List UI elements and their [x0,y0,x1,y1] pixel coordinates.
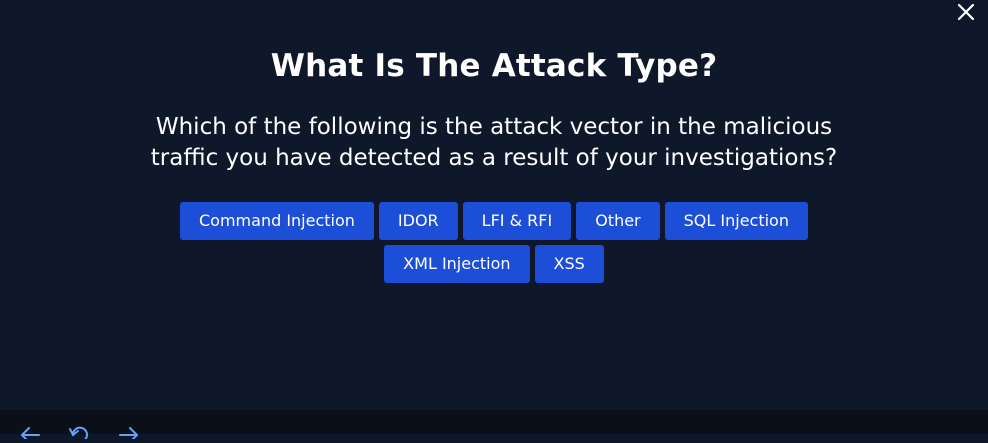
question-text: Which of the following is the attack vec… [0,112,988,174]
dialog-title: What Is The Attack Type? [270,48,718,84]
option-lfi-rfi-button[interactable]: LFI & RFI [462,202,572,240]
option-xss-button[interactable]: XSS [534,245,604,283]
arrow-right-icon[interactable] [118,424,140,443]
answer-options-row-2: XML Injection XSS [384,245,604,283]
option-idor-button[interactable]: IDOR [378,202,458,240]
attack-type-dialog: What Is The Attack Type? Which of the fo… [0,0,988,410]
answer-options: Command Injection IDOR LFI & RFI Other S… [0,202,988,283]
close-icon[interactable] [956,2,976,22]
question-line-1: Which of the following is the attack vec… [155,114,833,140]
answer-options-row-1: Command Injection IDOR LFI & RFI Other S… [180,202,808,240]
option-command-injection-button[interactable]: Command Injection [180,202,374,240]
option-other-button[interactable]: Other [576,202,660,240]
bottom-navigation-bar [0,410,988,443]
question-line-2: traffic you have detected as a result of… [150,145,838,171]
option-sql-injection-button[interactable]: SQL Injection [664,202,808,240]
option-xml-injection-button[interactable]: XML Injection [384,245,530,283]
arrow-left-icon[interactable] [19,424,41,443]
refresh-icon[interactable] [68,424,90,443]
